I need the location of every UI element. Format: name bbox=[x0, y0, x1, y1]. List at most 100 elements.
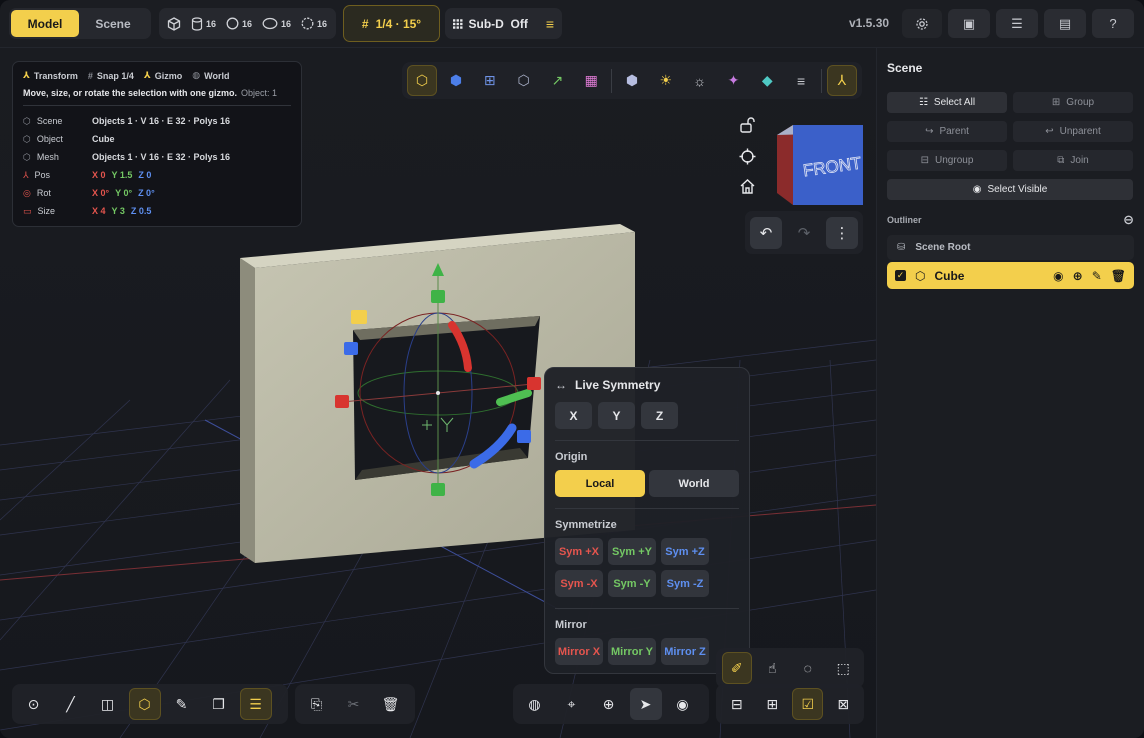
notes-button[interactable]: ☰ bbox=[239, 688, 272, 720]
mirror-x-button[interactable]: Mirror X bbox=[555, 638, 603, 665]
snap-button[interactable]: # 1/4 · 15° bbox=[343, 5, 440, 42]
pencil-icon[interactable]: ✎ bbox=[1092, 269, 1102, 283]
clear-selection-button[interactable]: ⊠ bbox=[828, 688, 858, 720]
layers-button[interactable]: ❐ bbox=[203, 688, 235, 720]
view-cube[interactable]: FRONT bbox=[777, 125, 863, 205]
symmetry-y-button[interactable]: Y bbox=[598, 402, 635, 429]
sphere-count[interactable]: 16 bbox=[226, 17, 252, 30]
join-button[interactable]: ⧉ Join bbox=[1013, 150, 1133, 171]
select-all-button[interactable]: ☷ Select All bbox=[887, 92, 1007, 113]
home-view-button[interactable] bbox=[736, 175, 758, 197]
sym-minus-y-button[interactable]: Sym -Y bbox=[608, 570, 656, 597]
group-button[interactable]: ⊞ Group bbox=[1013, 92, 1133, 113]
subtract-selection-button[interactable]: ⊟ bbox=[722, 688, 752, 720]
undo-button[interactable]: ↶ bbox=[750, 216, 782, 249]
face-icon: ◫ bbox=[100, 695, 115, 712]
face-mode-button[interactable]: ◫ bbox=[92, 688, 124, 720]
sym-minus-z-button[interactable]: Sym -Z bbox=[661, 570, 709, 597]
wire-cube-button[interactable]: ⬡ bbox=[509, 65, 539, 96]
more-button[interactable]: ⋮ bbox=[826, 216, 858, 249]
mirror-y-button[interactable]: Mirror Y bbox=[608, 638, 656, 665]
item-checkbox[interactable]: ✓ bbox=[895, 270, 906, 281]
add-selection-button[interactable]: ⊞ bbox=[757, 688, 787, 720]
transform-tag[interactable]: ⅄ Transform bbox=[23, 70, 78, 81]
target-icon[interactable]: ⊕ bbox=[1073, 269, 1083, 283]
cylinder-icon bbox=[191, 16, 203, 31]
sparkle-icon: ✦ bbox=[727, 72, 740, 88]
globe-button[interactable]: ◍ bbox=[519, 688, 551, 720]
edge-mode-button[interactable]: ╱ bbox=[55, 688, 87, 720]
sliders-icon[interactable]: ≡ bbox=[546, 16, 554, 32]
help-button[interactable]: ? bbox=[1092, 9, 1134, 38]
touch-select-button[interactable]: ☝ bbox=[757, 652, 787, 684]
mirror-z-button[interactable]: Mirror Z bbox=[661, 638, 709, 665]
center-view-button[interactable] bbox=[736, 145, 758, 167]
cut-button[interactable]: ✂ bbox=[338, 688, 370, 720]
snap-tag[interactable]: # Snap 1/4 bbox=[88, 71, 134, 81]
arrow-tool-button[interactable]: ↗ bbox=[543, 65, 573, 96]
parent-button[interactable]: ↪ Parent bbox=[887, 121, 1007, 142]
settings-button[interactable] bbox=[902, 9, 942, 38]
select-visible-button[interactable]: ◉ Select Visible bbox=[887, 179, 1133, 200]
database-button[interactable]: ☰ bbox=[996, 9, 1038, 38]
symmetry-x-button[interactable]: X bbox=[555, 402, 592, 429]
model-mode-button[interactable]: Model bbox=[11, 10, 79, 37]
lock-view-button[interactable] bbox=[736, 114, 758, 136]
film-button[interactable]: ▤ bbox=[1044, 9, 1086, 38]
cylinder-count[interactable]: 16 bbox=[191, 16, 216, 31]
scene-mode-button[interactable]: Scene bbox=[79, 10, 147, 37]
snap-target-button[interactable]: ⊕ bbox=[593, 688, 625, 720]
toolbar-separator bbox=[611, 68, 613, 93]
vertex-mode-button[interactable]: ⊙ bbox=[18, 688, 50, 720]
view-settings-button[interactable]: ≡ bbox=[786, 65, 816, 96]
delete-button[interactable]: 🗑 bbox=[375, 688, 407, 720]
shading-button[interactable]: ⬢ bbox=[617, 65, 647, 96]
box-select-button[interactable]: ⬚ bbox=[828, 652, 858, 684]
visibility-button[interactable]: ◉ bbox=[667, 688, 699, 720]
ring-count[interactable]: 16 bbox=[301, 17, 327, 30]
solid-cube-button[interactable]: ⬢ bbox=[441, 65, 471, 96]
grid-hash-icon: # bbox=[361, 16, 369, 31]
sym-plus-y-button[interactable]: Sym +Y bbox=[608, 538, 656, 565]
lasso-icon: ◌ bbox=[803, 660, 812, 676]
color-grid-button[interactable]: ▦ bbox=[576, 65, 606, 96]
collapse-icon[interactable]: ⊖ bbox=[1123, 212, 1134, 228]
select-pointer-button[interactable]: ➤ bbox=[629, 688, 662, 720]
sparkle-button[interactable]: ✦ bbox=[719, 65, 749, 96]
ungroup-button[interactable]: ⊟ Ungroup bbox=[887, 150, 1007, 171]
redo-button[interactable]: ↷ bbox=[788, 217, 820, 249]
lasso-select-button[interactable]: ◌ bbox=[793, 652, 823, 684]
world-tag[interactable]: ◍ World bbox=[192, 70, 229, 81]
object-select-button[interactable]: ⬡ bbox=[128, 688, 161, 720]
plus-box-icon: ⊞ bbox=[766, 695, 779, 712]
top-bar: Model Scene 16 16 16 16 # 1/4 · 15° Sub-… bbox=[0, 0, 1144, 48]
unparent-button[interactable]: ↩ Unparent bbox=[1013, 121, 1133, 142]
export-button[interactable]: ▣ bbox=[948, 9, 990, 38]
sym-minus-x-button[interactable]: Sym -X bbox=[555, 570, 603, 597]
copy-icon: ⎘ bbox=[310, 695, 323, 712]
grid-layout-button[interactable]: ⊞ bbox=[475, 65, 505, 96]
pivot-button[interactable]: ⌖ bbox=[556, 688, 588, 720]
pick-tool-button[interactable]: ✎ bbox=[166, 688, 198, 720]
paint-select-button[interactable]: ✐ bbox=[721, 652, 753, 684]
object-mode-button[interactable]: ⬡ bbox=[407, 65, 438, 96]
origin-local-button[interactable]: Local bbox=[555, 470, 645, 497]
gizmo-button[interactable]: ⅄ bbox=[826, 65, 857, 96]
outliner-scene-root[interactable]: ⛁ Scene Root bbox=[887, 235, 1134, 260]
sym-plus-x-button[interactable]: Sym +X bbox=[555, 538, 603, 565]
cube-count[interactable] bbox=[167, 16, 181, 31]
check-selection-button[interactable]: ☑ bbox=[792, 688, 824, 720]
eye-icon[interactable]: ◉ bbox=[1053, 269, 1063, 283]
torus-count[interactable]: 16 bbox=[262, 17, 291, 30]
outliner-item-cube[interactable]: ✓ ⬡ Cube ◉ ⊕ ✎ 🗑 bbox=[887, 262, 1134, 289]
material-button[interactable]: ◆ bbox=[752, 65, 782, 96]
subd-toggle[interactable]: Sub-D Off ≡ bbox=[445, 8, 562, 39]
horizon-button[interactable]: ☼ bbox=[685, 65, 715, 96]
trash-icon[interactable]: 🗑 bbox=[1111, 269, 1126, 283]
sym-plus-z-button[interactable]: Sym +Z bbox=[661, 538, 709, 565]
gizmo-tag[interactable]: ⅄ Gizmo bbox=[144, 70, 182, 81]
light-button[interactable]: ☀ bbox=[651, 65, 681, 96]
copy-button[interactable]: ⎘ bbox=[301, 688, 333, 720]
origin-world-button[interactable]: World bbox=[649, 470, 739, 497]
symmetry-z-button[interactable]: Z bbox=[641, 402, 678, 429]
